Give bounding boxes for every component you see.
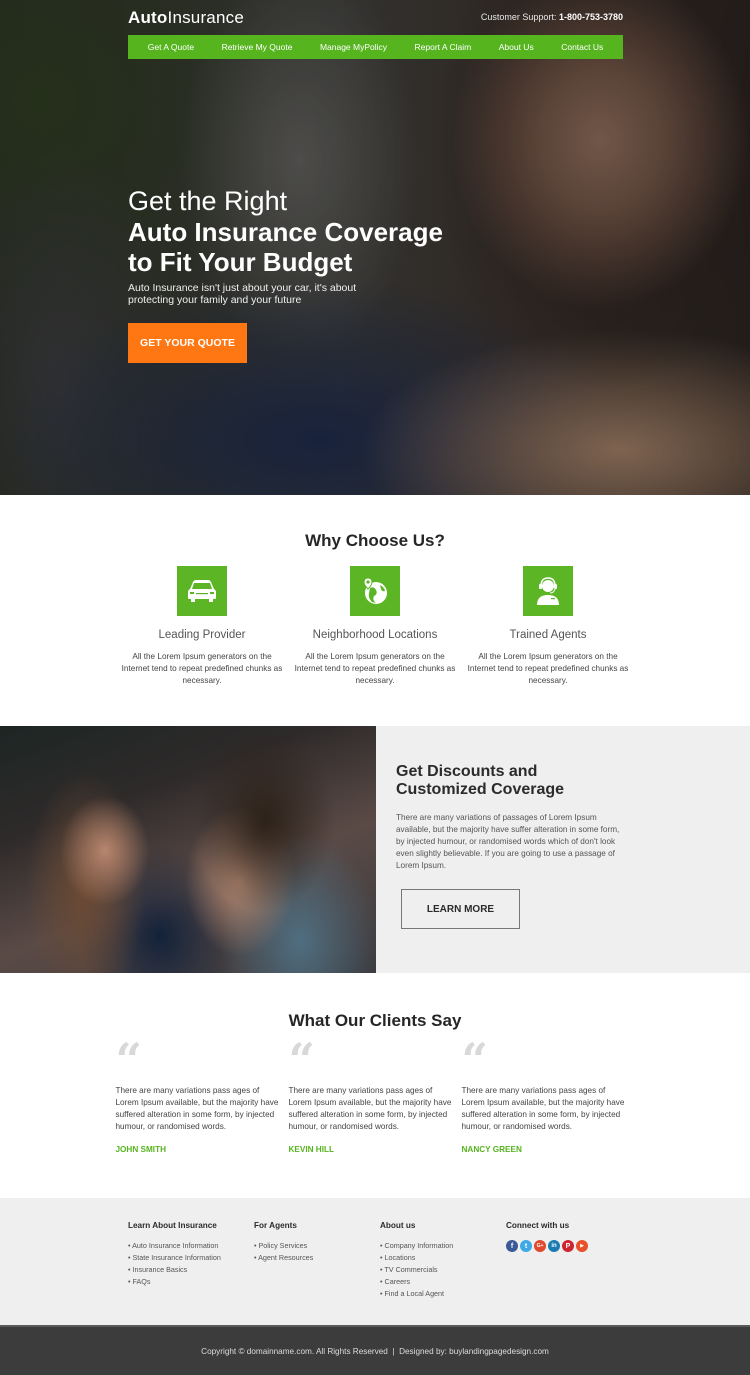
support-label: Customer Support: — [480, 12, 557, 22]
discount-title-line2: Customized Coverage — [396, 781, 565, 798]
footer-link[interactable]: Find a Local Agent — [380, 1288, 506, 1300]
feature-title: Leading Provider — [158, 629, 246, 641]
linkedin-icon[interactable]: in — [548, 1240, 560, 1252]
nav-report-a-claim[interactable]: Report A Claim — [415, 42, 472, 52]
support-phone[interactable]: 1-800-753-3780 — [559, 12, 623, 22]
feature-leading-provider: Leading Provider All the Lorem Ipsum gen… — [116, 566, 289, 687]
headset-agent-icon — [523, 566, 573, 616]
quote-icon: “ — [115, 1033, 142, 1087]
car-icon — [177, 566, 227, 616]
testimonial-author: JOHN SMITH — [115, 1145, 167, 1154]
youtube-icon[interactable]: ▶ — [576, 1240, 588, 1252]
footer-col-title: About us — [380, 1221, 416, 1230]
get-your-quote-button[interactable]: GET YOUR QUOTE — [128, 323, 247, 363]
feature-trained-agents: Trained Agents All the Lorem Ipsum gener… — [462, 566, 635, 687]
hero-section: AutoInsurance Customer Support: 1-800-75… — [0, 0, 750, 495]
footer-col-learn-about-insurance: Learn About Insurance Auto Insurance Inf… — [128, 1221, 254, 1325]
nav-contact-us[interactable]: Contact Us — [561, 42, 603, 52]
discount-title-line1: Get Discounts and — [396, 763, 538, 780]
discount-section: Get Discounts and Customized Coverage Th… — [0, 726, 750, 973]
testimonial-text: There are many variations pass ages of L… — [115, 1086, 279, 1131]
discount-title: Get Discounts and Customized Coverage — [396, 763, 750, 799]
feature-neighborhood-locations: Neighborhood Locations All the Lorem Ips… — [289, 566, 462, 687]
quote-icon: “ — [288, 1033, 315, 1087]
hero-headline-line3: to Fit Your Budget — [128, 247, 353, 277]
footer-link[interactable]: TV Commercials — [380, 1264, 506, 1276]
feature-title: Trained Agents — [509, 629, 587, 641]
footer-link[interactable]: Insurance Basics — [128, 1264, 254, 1276]
social-links: f t G+ in P ▶ — [506, 1240, 632, 1252]
couple-in-car-photo — [0, 726, 376, 973]
footer-col-title: Learn About Insurance — [128, 1221, 217, 1230]
quote-icon: “ — [461, 1033, 488, 1087]
testimonial-card: “ There are many variations pass ages of… — [115, 1033, 289, 1154]
discount-content: Get Discounts and Customized Coverage Th… — [376, 726, 750, 973]
testimonial-card: “ There are many variations pass ages of… — [288, 1033, 462, 1154]
discount-text: There are many variations of passages of… — [396, 813, 620, 870]
copyright-bar: Copyright © domainname.com. All Rights R… — [0, 1325, 750, 1375]
facebook-icon[interactable]: f — [506, 1240, 518, 1252]
footer-link[interactable]: State Insurance Information — [128, 1252, 254, 1264]
feature-description: All the Lorem Ipsum generators on the In… — [294, 652, 456, 685]
footer-links: Learn About Insurance Auto Insurance Inf… — [0, 1198, 750, 1325]
main-nav: Get A Quote Retrieve My Quote Manage MyP… — [128, 35, 623, 59]
nav-retrieve-my-quote[interactable]: Retrieve My Quote — [222, 42, 293, 52]
why-choose-us-section: Why Choose Us? Leading Provider All the … — [0, 495, 750, 726]
testimonials-title: What Our Clients Say — [288, 1011, 462, 1030]
nav-manage-my-policy[interactable]: Manage MyPolicy — [320, 42, 387, 52]
copyright-text: Copyright © domainname.com. All Rights R… — [201, 1346, 549, 1356]
logo[interactable]: AutoInsurance — [128, 8, 244, 28]
twitter-icon[interactable]: t — [520, 1240, 532, 1252]
footer-col-about-us: About us Company Information Locations T… — [380, 1221, 506, 1325]
logo-light: Insurance — [167, 8, 244, 27]
feature-title: Neighborhood Locations — [312, 629, 438, 641]
customer-support: Customer Support: 1-800-753-3780 — [481, 12, 623, 22]
globe-location-icon — [350, 566, 400, 616]
testimonial-author: KEVIN HILL — [288, 1145, 335, 1154]
footer-link[interactable]: Auto Insurance Information — [128, 1240, 254, 1252]
feature-description: All the Lorem Ipsum generators on the In… — [121, 652, 283, 685]
footer-link[interactable]: FAQs — [128, 1276, 254, 1288]
nav-about-us[interactable]: About Us — [499, 42, 534, 52]
testimonial-card: “ There are many variations pass ages of… — [461, 1033, 635, 1154]
hero-headline-line1: Get the Right — [128, 186, 288, 216]
footer-link[interactable]: Policy Services — [254, 1240, 380, 1252]
testimonials-section: What Our Clients Say “ There are many va… — [0, 973, 750, 1198]
footer-link[interactable]: Careers — [380, 1276, 506, 1288]
hero-subtitle: Auto Insurance isn't just about your car… — [128, 282, 357, 306]
testimonial-text: There are many variations pass ages of L… — [288, 1086, 452, 1131]
why-choose-us-title: Why Choose Us? — [305, 531, 445, 550]
learn-more-button[interactable]: LEARN MORE — [401, 889, 520, 929]
nav-get-a-quote[interactable]: Get A Quote — [148, 42, 194, 52]
footer-link[interactable]: Agent Resources — [254, 1252, 380, 1264]
footer-col-connect: Connect with us f t G+ in P ▶ — [506, 1221, 632, 1325]
footer-col-title: Connect with us — [506, 1221, 570, 1230]
footer-col-for-agents: For Agents Policy Services Agent Resourc… — [254, 1221, 380, 1325]
hero-headline-block: Get the Right Auto Insurance Coverage to… — [128, 186, 443, 306]
footer-link[interactable]: Locations — [380, 1252, 506, 1264]
footer-col-title: For Agents — [254, 1221, 297, 1230]
logo-bold: Auto — [128, 8, 168, 27]
google-plus-icon[interactable]: G+ — [534, 1240, 546, 1252]
hero-headline-line2: Auto Insurance Coverage — [128, 217, 443, 247]
pinterest-icon[interactable]: P — [562, 1240, 574, 1252]
footer-link[interactable]: Company Information — [380, 1240, 506, 1252]
testimonial-text: There are many variations pass ages of L… — [461, 1086, 625, 1131]
testimonial-author: NANCY GREEN — [461, 1145, 522, 1154]
feature-description: All the Lorem Ipsum generators on the In… — [467, 652, 629, 685]
